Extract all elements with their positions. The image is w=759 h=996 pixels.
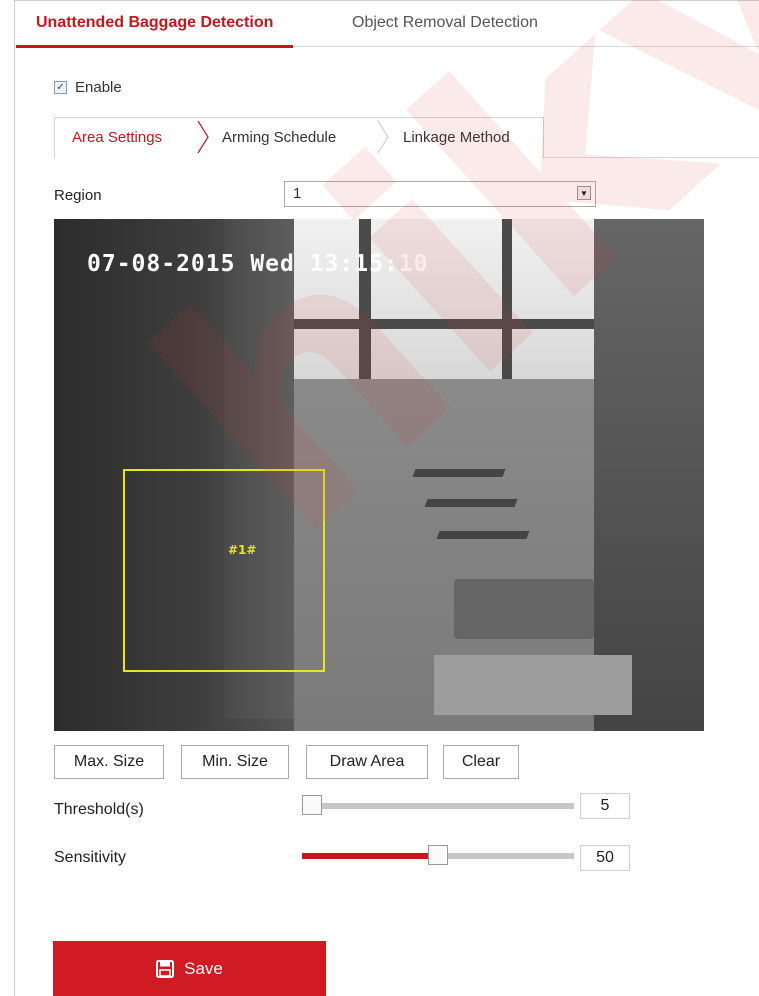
video-timestamp: 07-08-2015 Wed 13:15:10 (87, 251, 429, 277)
scene-window (294, 219, 594, 379)
privacy-mask (434, 655, 632, 715)
tab-unattended-baggage-detection[interactable]: Unattended Baggage Detection (15, 14, 294, 48)
tab-linkage-method[interactable]: Linkage Method (403, 129, 510, 146)
floppy-disk-icon (156, 959, 175, 978)
scene-object (454, 579, 594, 639)
draw-area-button[interactable]: Draw Area (306, 745, 428, 779)
enable-checkbox[interactable]: ✓ (54, 81, 67, 94)
scene-mullion (294, 319, 594, 329)
scene-stair (412, 469, 506, 477)
sensitivity-label: Sensitivity (54, 849, 127, 866)
sensitivity-slider-track[interactable] (302, 845, 574, 865)
tab-object-removal-detection[interactable]: Object Removal Detection (352, 14, 538, 32)
enable-row: ✓ Enable (54, 79, 122, 96)
scene-mullion (359, 219, 371, 379)
threshold-label: Threshold(s) (54, 801, 144, 818)
video-preview[interactable]: 07-08-2015 Wed 13:15:10 #1# (54, 219, 704, 731)
threshold-slider-thumb[interactable] (302, 795, 322, 815)
min-size-button[interactable]: Min. Size (181, 745, 289, 779)
tab-separator-arrow (197, 120, 209, 154)
region-select[interactable]: 1 ▼ (284, 181, 596, 207)
threshold-slider-track[interactable] (302, 795, 574, 815)
tab-area-settings[interactable]: Area Settings (72, 129, 162, 146)
max-size-button[interactable]: Max. Size (54, 745, 164, 779)
main-tab-bar: Unattended Baggage Detection Object Remo… (15, 2, 759, 48)
clear-button[interactable]: Clear (443, 745, 519, 779)
tab-arming-schedule[interactable]: Arming Schedule (222, 129, 336, 146)
scene-stair (436, 531, 530, 539)
tab-separator-arrow (377, 120, 389, 154)
region-label: Region (54, 187, 102, 204)
region-select-value: 1 (293, 185, 302, 202)
detection-area-label: #1# (228, 543, 257, 557)
save-label: Save (184, 958, 223, 978)
threshold-value-field[interactable]: 5 (580, 793, 630, 819)
sensitivity-slider-thumb[interactable] (428, 845, 448, 865)
sensitivity-slider-fill (302, 853, 428, 859)
enable-label: Enable (75, 79, 122, 96)
save-button[interactable]: Save (53, 941, 326, 996)
scene-mullion (502, 219, 512, 379)
sub-tab-bar: Area Settings Arming Schedule Linkage Me… (54, 117, 759, 158)
sensitivity-value-field[interactable]: 50 (580, 845, 630, 871)
scene-stair (424, 499, 518, 507)
chevron-down-icon[interactable]: ▼ (577, 186, 591, 200)
detection-area-box[interactable]: #1# (123, 469, 325, 672)
